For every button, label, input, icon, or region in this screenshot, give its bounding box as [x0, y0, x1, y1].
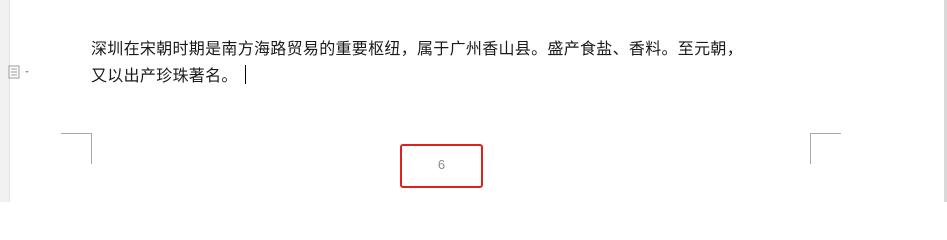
document-page[interactable]: 深圳在宋朝时期是南方海路贸易的重要枢纽，属于广州香山县。盛产食盐、香料。至元朝，… — [0, 0, 947, 202]
body-paragraph[interactable]: 深圳在宋朝时期是南方海路贸易的重要枢纽，属于广州香山县。盛产食盐、香料。至元朝，… — [91, 35, 821, 89]
text-caret — [244, 65, 246, 84]
page-number-highlight: 6 — [400, 144, 483, 188]
crop-mark-right — [810, 133, 841, 164]
paragraph-style-icon[interactable] — [8, 65, 32, 79]
paragraph-line-text: 又以出产珍珠著名。 — [91, 66, 238, 85]
page-number[interactable]: 6 — [402, 157, 481, 172]
crop-mark-left — [61, 133, 92, 164]
left-gutter — [0, 0, 10, 202]
paragraph-line: 深圳在宋朝时期是南方海路贸易的重要枢纽，属于广州香山县。盛产食盐、香料。至元朝， — [91, 39, 744, 58]
paragraph-line-last: 又以出产珍珠著名。 — [91, 62, 821, 89]
